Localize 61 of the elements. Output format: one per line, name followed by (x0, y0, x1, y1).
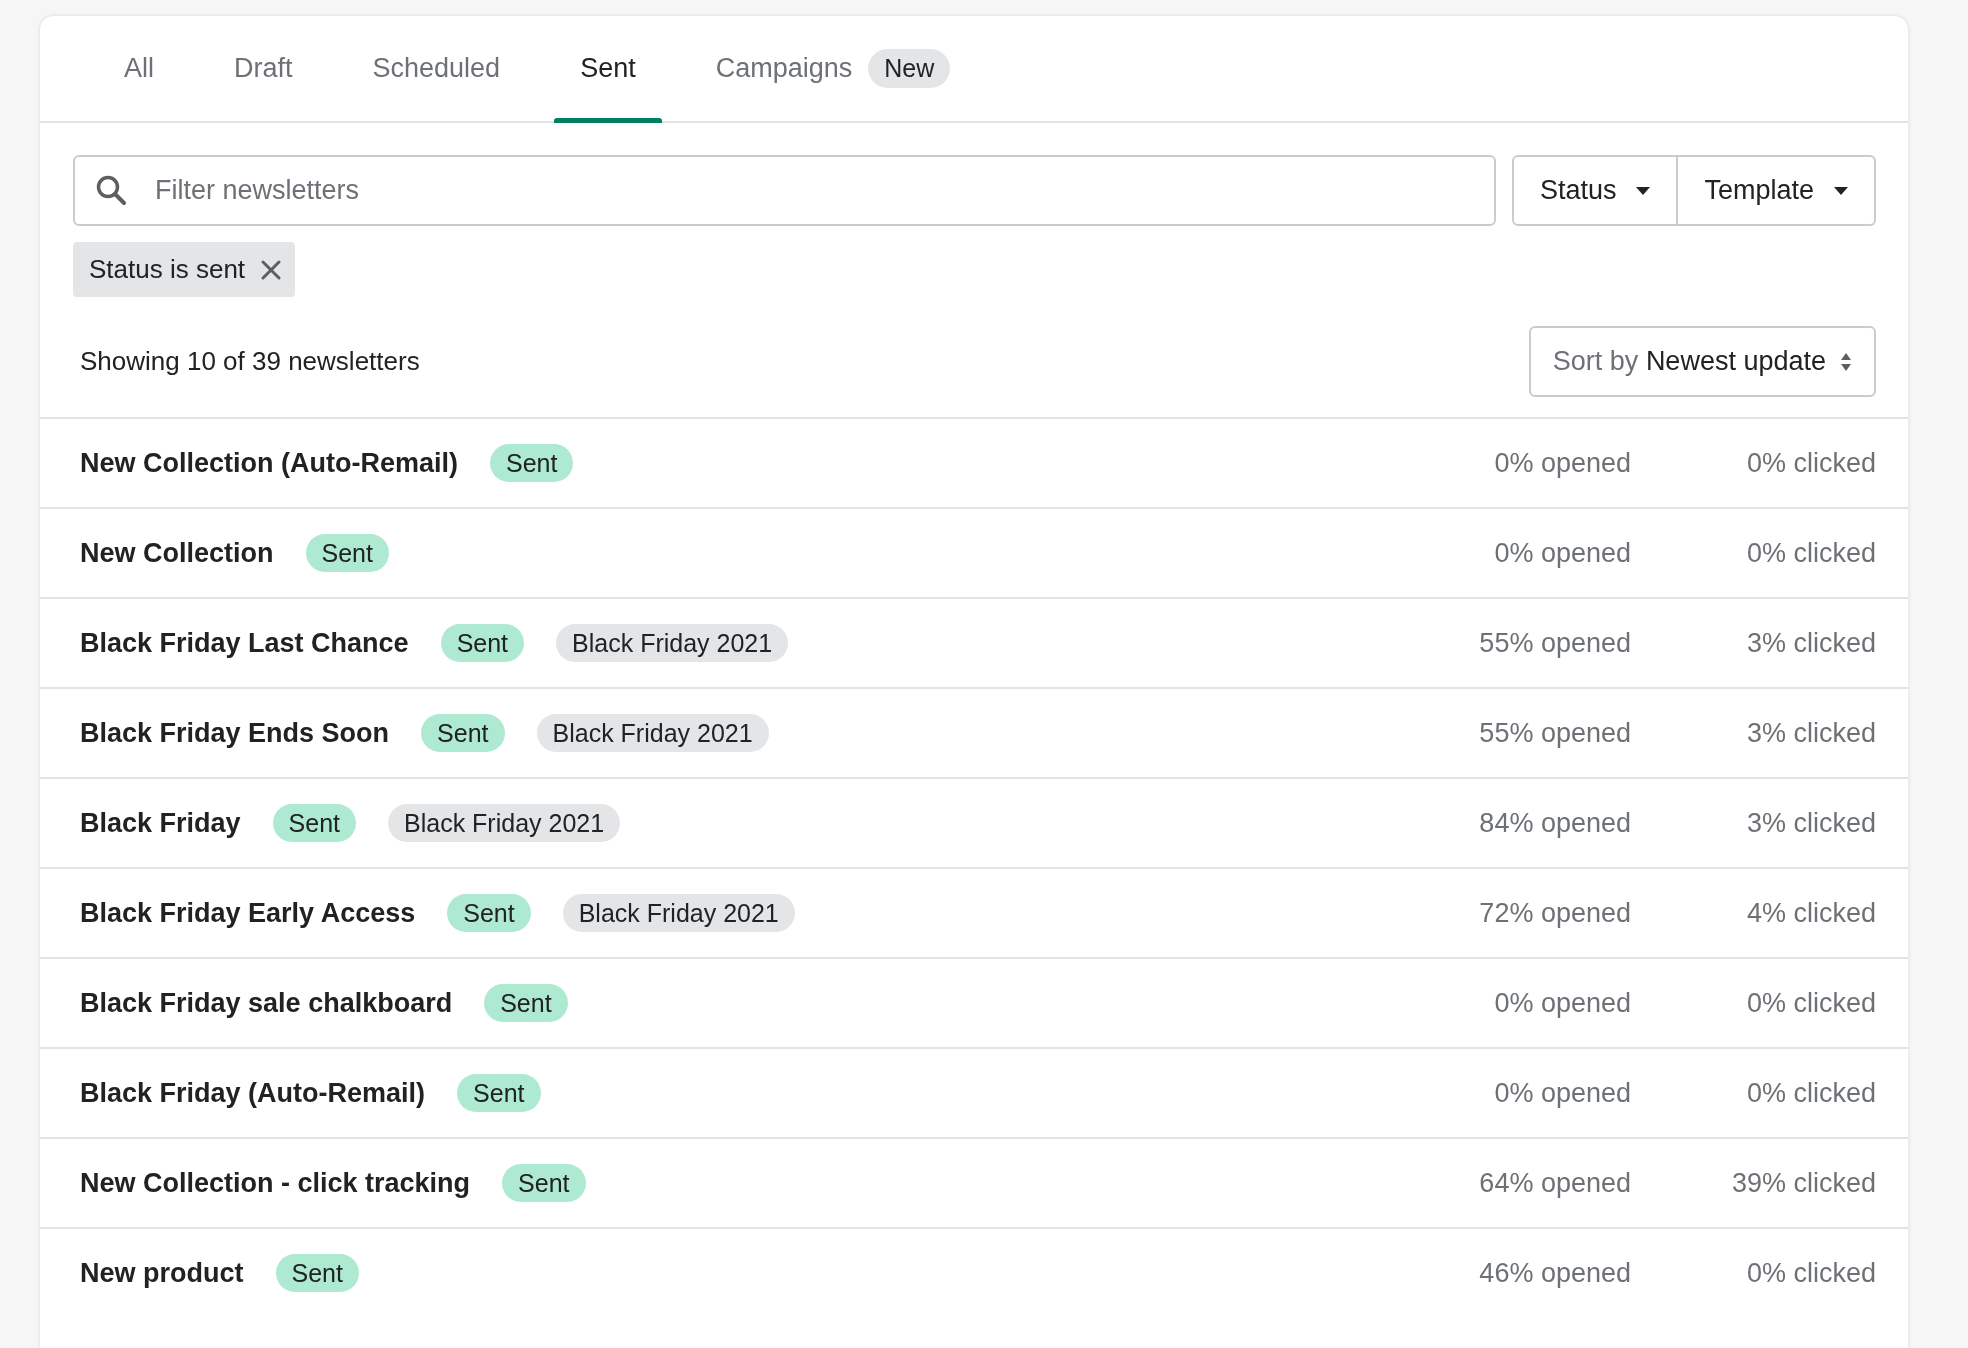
caret-icon (1636, 186, 1651, 195)
new-badge: New (868, 49, 951, 88)
newsletter-title[interactable]: Black Friday Early Access (80, 892, 416, 934)
newsletter-title[interactable]: New product (80, 1252, 244, 1294)
campaign-tag: Black Friday 2021 (556, 623, 789, 663)
newsletter-title[interactable]: New Collection (80, 532, 274, 574)
open-rate: 0% opened (1493, 446, 1631, 480)
open-rate: 84% opened (1478, 806, 1631, 840)
open-rate: 55% opened (1478, 716, 1631, 750)
newsletter-title[interactable]: Black Friday (Auto-Remail) (80, 1072, 426, 1114)
sort-select[interactable]: Sort by Newest update (1528, 326, 1876, 397)
campaign-tag: Black Friday 2021 (536, 713, 769, 753)
open-rate: 0% opened (1493, 1076, 1631, 1110)
sort-arrows-icon (1840, 351, 1852, 372)
open-rate: 0% opened (1493, 536, 1631, 570)
status-badge: Sent (490, 443, 574, 483)
filter-field[interactable]: Filter newsletters (73, 155, 1496, 226)
click-rate: 0% clicked (1745, 1256, 1876, 1290)
status-badge: Sent (484, 983, 568, 1023)
click-rate: 0% clicked (1745, 446, 1876, 480)
filter-dropdown-button[interactable]: Status (1511, 155, 1679, 226)
newsletter-title[interactable]: Black Friday Last Chance (80, 622, 409, 664)
click-rate: 0% clicked (1745, 536, 1876, 570)
open-rate: 46% opened (1478, 1256, 1631, 1290)
remove-filter-button[interactable] (261, 259, 282, 280)
open-rate: 72% opened (1478, 896, 1631, 930)
campaign-tag: Black Friday 2021 (562, 893, 795, 933)
click-rate: 3% clicked (1745, 806, 1876, 840)
campaign-tag: Black Friday 2021 (388, 803, 621, 843)
click-rate: 4% clicked (1745, 896, 1876, 930)
open-rate: 0% opened (1493, 986, 1631, 1020)
status-badge: Sent (447, 893, 531, 933)
status-badge: Sent (272, 803, 356, 843)
close-icon (261, 259, 282, 280)
filter-tag-label: Status is sent (89, 253, 246, 286)
click-rate: 3% clicked (1745, 716, 1876, 750)
status-badge: Sent (305, 533, 389, 573)
click-rate: 3% clicked (1745, 626, 1876, 660)
click-rate: 0% clicked (1745, 1076, 1876, 1110)
newsletter-title[interactable]: Black Friday (80, 802, 241, 844)
newsletter-title[interactable]: Black Friday sale chalkboard (80, 982, 453, 1024)
newsletter-title[interactable]: New Collection (Auto-Remail) (80, 442, 458, 484)
tab[interactable]: Scheduled (346, 16, 527, 121)
tab[interactable]: Draft (208, 16, 319, 121)
click-rate: 39% clicked (1730, 1166, 1876, 1200)
status-badge: Sent (440, 623, 525, 663)
click-rate: 0% clicked (1745, 986, 1876, 1020)
results-summary: Showing 10 of 39 newsletters (80, 345, 420, 378)
filter-dropdown-button[interactable]: Template (1678, 155, 1876, 226)
status-badge: Sent (502, 1163, 586, 1203)
open-rate: 55% opened (1478, 626, 1631, 660)
newsletter-title[interactable]: New Collection - click tracking (80, 1162, 471, 1204)
tab[interactable]: All (98, 16, 180, 121)
tab[interactable]: Campaigns New (689, 16, 977, 121)
status-badge: Sent (421, 713, 505, 753)
tab[interactable]: Sent (554, 16, 662, 121)
open-rate: 64% opened (1478, 1166, 1631, 1200)
newsletter-title[interactable]: Black Friday Ends Soon (80, 712, 390, 754)
status-badge: Sent (275, 1253, 359, 1293)
status-badge: Sent (457, 1073, 541, 1113)
caret-icon (1834, 186, 1848, 195)
